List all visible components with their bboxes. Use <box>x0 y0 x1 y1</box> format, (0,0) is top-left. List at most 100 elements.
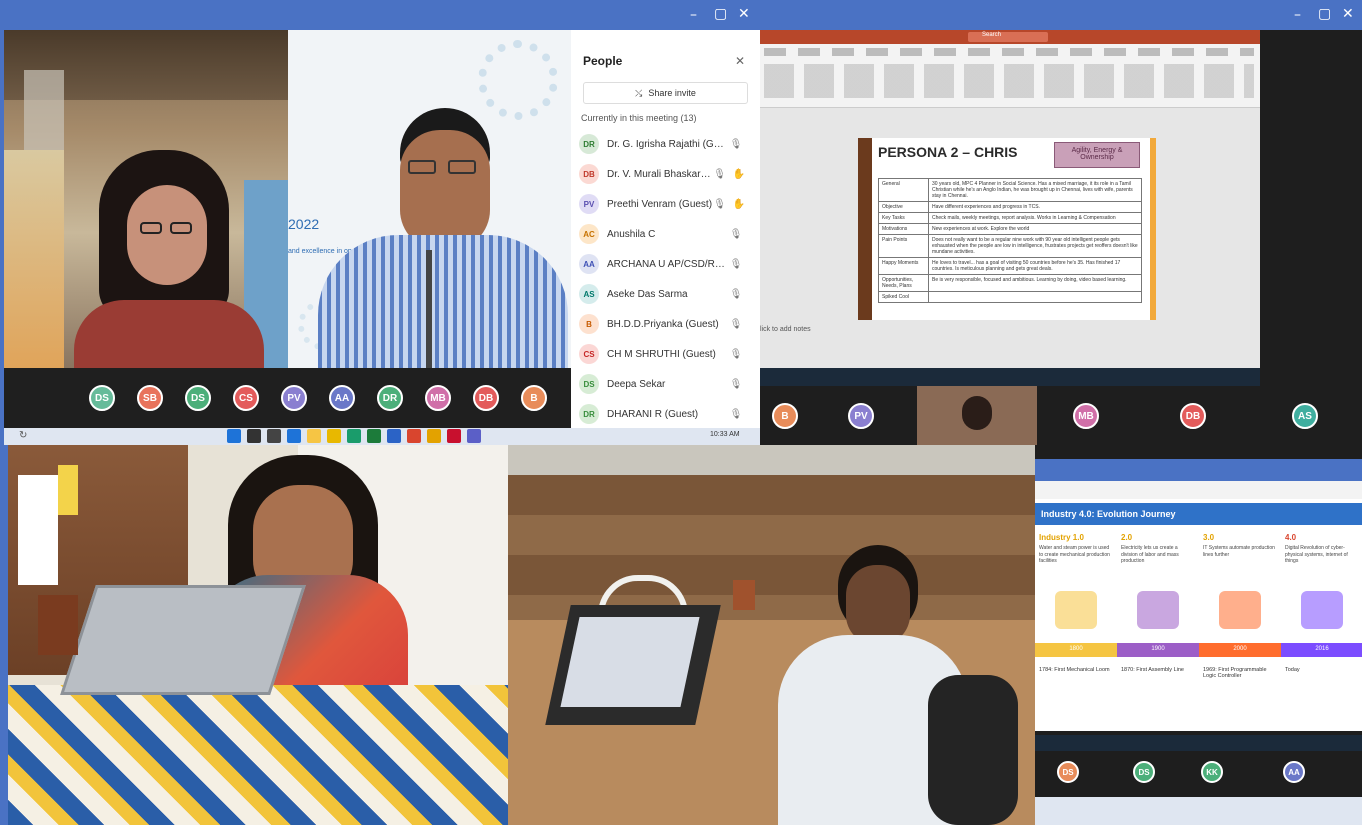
mic-muted-icon[interactable]: 🎙︎ <box>729 319 743 330</box>
participant-avatar-chip[interactable]: DB <box>1180 403 1206 429</box>
participant-name: Dr. G. Igrisha Rajathi (Guest) <box>607 138 729 150</box>
participant-avatar: AS <box>579 284 599 304</box>
participant-name: Dr. V. Murali Bhaskara... <box>607 168 713 180</box>
stage-description: IT Systems automate production lines fur… <box>1203 545 1275 558</box>
mic-muted-icon[interactable]: 🎙︎ <box>713 169 727 180</box>
participant-row[interactable]: AC Anushila C 🎙︎ <box>571 220 749 248</box>
participant-video-2: 2022 and excellence in operatio <box>288 30 571 368</box>
mic-muted-icon[interactable]: 🎙︎ <box>729 229 743 240</box>
participant-avatar-chip[interactable]: DS <box>185 385 211 411</box>
ppt-titlebar: Search <box>760 30 1260 44</box>
participant-avatar-chip[interactable]: AA <box>329 385 355 411</box>
participant-row[interactable]: CS CH M SHRUTHI (Guest) 🎙︎ <box>571 340 749 368</box>
participant-list: DR Dr. G. Igrisha Rajathi (Guest) 🎙︎ DB Dr. … <box>571 130 760 428</box>
mic-muted-icon[interactable]: 🎙︎ <box>729 139 743 150</box>
mic-muted-icon[interactable]: 🎙︎ <box>713 199 727 210</box>
participant-avatar: DS <box>579 374 599 394</box>
participant-name: ARCHANA U AP/CSD/RMK (... <box>607 258 729 270</box>
participant-avatar: DR <box>579 134 599 154</box>
stage-caption: 1870: First Assembly Line <box>1121 667 1184 673</box>
participant-avatar-bar-bottom: DS DS KK AA <box>1035 751 1362 797</box>
participant-row[interactable]: DR DHARANI R (Guest) 🎙︎ <box>571 400 749 428</box>
participant-avatar: PV <box>579 194 599 214</box>
participant-avatar-chip[interactable]: CS <box>233 385 259 411</box>
participant-row[interactable]: DB Dr. V. Murali Bhaskara... 🎙︎ ✋ <box>571 160 749 188</box>
participant-avatar-chip[interactable]: SB <box>137 385 163 411</box>
share-invite-button[interactable]: ⤯ Share invite <box>583 82 748 104</box>
persona-row-label: Motivations <box>878 223 929 235</box>
persona-row-value: Have different experiences and progress … <box>928 201 1142 213</box>
mic-muted-icon[interactable]: 🎙︎ <box>729 289 743 300</box>
participant-avatar-chip[interactable]: AA <box>1283 761 1305 783</box>
participant-row[interactable]: DR Dr. G. Igrisha Rajathi (Guest) 🎙︎ <box>571 130 749 158</box>
maximize-icon[interactable]: ▢ <box>714 6 727 22</box>
close-icon[interactable]: ✕ <box>738 6 750 22</box>
back-icon[interactable]: ↻ <box>19 430 27 441</box>
minimize-icon-right[interactable]: – <box>1294 7 1301 23</box>
participant-avatar-chip[interactable]: B <box>772 403 798 429</box>
meeting-section-label[interactable]: Currently in this meeting (13) <box>581 113 697 123</box>
participant-row[interactable]: PV Preethi Venram (Guest) 🎙︎ ✋ <box>571 190 749 218</box>
taskbar-clock: 10:33 AM <box>710 431 740 438</box>
participant-avatar-chip[interactable]: PV <box>848 403 874 429</box>
participant-avatar-chip[interactable]: DS <box>89 385 115 411</box>
stage-caption: 1784: First Mechanical Loom <box>1039 667 1110 673</box>
participant-avatar-chip[interactable]: DS <box>1057 761 1079 783</box>
participant-avatar-chip[interactable]: DR <box>377 385 403 411</box>
persona-row-label: Key Tasks <box>878 212 929 224</box>
participant-avatar-chip[interactable]: DS <box>1133 761 1155 783</box>
persona-table-row: General 30 years old, MPC 4 Planner in So… <box>878 178 1142 202</box>
slide-badge: Agility, Energy & Ownership <box>1054 142 1140 168</box>
taskbar-icons <box>224 429 484 445</box>
raised-hand-icon: ✋ <box>732 168 745 180</box>
participant-avatar: B <box>579 314 599 334</box>
stage-year-marker: 1900 <box>1117 643 1199 657</box>
stage-illustration-icon <box>1137 591 1179 629</box>
participant-row[interactable]: AS Aseke Das Sarma 🎙︎ <box>571 280 749 308</box>
persona-table-row: Pain Points Does not really want to be a … <box>878 234 1142 258</box>
participant-avatar-bar-right: B PV MB DB AS <box>760 386 1362 445</box>
industry-slide: Industry 4.0: Evolution Journey Industry… <box>1035 499 1362 731</box>
participant-row[interactable]: AA ARCHANA U AP/CSD/RMK (...🎙︎ <box>571 250 749 278</box>
participant-avatar: DB <box>579 164 599 184</box>
participant-avatar-chip[interactable]: MB <box>425 385 451 411</box>
minimize-icon[interactable]: – <box>690 7 697 23</box>
close-icon-right[interactable]: ✕ <box>1342 6 1354 22</box>
maximize-icon-right[interactable]: ▢ <box>1318 6 1331 22</box>
mic-muted-icon[interactable]: 🎙︎ <box>729 409 743 420</box>
stage-year-marker: 1800 <box>1035 643 1117 657</box>
participant-row[interactable]: B BH.D.D.Priyanka (Guest) 🎙︎ <box>571 310 749 338</box>
share-icon: ⤯ <box>635 87 643 98</box>
participant-avatar-chip[interactable]: DB <box>473 385 499 411</box>
mic-muted-icon[interactable]: 🎙︎ <box>729 349 743 360</box>
conference-year: 2022 <box>288 216 320 232</box>
participant-name: CH M SHRUTHI (Guest) <box>607 348 716 360</box>
participant-avatar: AC <box>579 224 599 244</box>
slide-share-window: Search PERSONA 2 – CHRIS Agility, Energy… <box>760 30 1362 445</box>
participant-row[interactable]: DS Deepa Sekar 🎙︎ <box>571 370 749 398</box>
participant-avatar-chip[interactable]: MB <box>1073 403 1099 429</box>
participant-name: Anushila C <box>607 228 656 240</box>
participant-avatar-chip[interactable]: KK <box>1201 761 1223 783</box>
participant-avatar-chip[interactable]: PV <box>281 385 307 411</box>
persona-row-value: Be is very responsible, focused and ambi… <box>928 274 1142 292</box>
participant-name: Preethi Venram (Guest) <box>607 198 713 210</box>
persona-row-value: 30 years old, MPC 4 Planner in Social Sc… <box>928 178 1142 202</box>
ppt-canvas: PERSONA 2 – CHRIS Agility, Energy & Owne… <box>760 108 1260 368</box>
persona-row-value: He loves to travel... has a goal of visi… <box>928 257 1142 275</box>
window-titlebar <box>0 0 1362 30</box>
notes-hint[interactable]: lick to add notes <box>760 326 811 333</box>
close-panel-icon[interactable]: ✕ <box>735 54 745 68</box>
ppt-search-box[interactable]: Search <box>968 32 1048 42</box>
participant-avatar-bar: DS SB DS CS PV AA DR MB DB B <box>4 368 571 428</box>
persona-table-row: Opportunities, Needs, Plans Be is very re… <box>878 274 1142 292</box>
mic-muted-icon[interactable]: 🎙︎ <box>729 379 743 390</box>
stage-year-marker: 2000 <box>1199 643 1281 657</box>
raised-hand-icon: ✋ <box>732 198 745 210</box>
mic-muted-icon[interactable]: 🎙︎ <box>729 259 743 270</box>
windows-taskbar: ↻ 10:33 AM <box>4 428 760 445</box>
participant-avatar-chip[interactable]: AS <box>1292 403 1318 429</box>
slide: PERSONA 2 – CHRIS Agility, Energy & Owne… <box>858 138 1156 320</box>
persona-row-value: Does not really want to be a regular nin… <box>928 234 1142 258</box>
participant-avatar-chip[interactable]: B <box>521 385 547 411</box>
